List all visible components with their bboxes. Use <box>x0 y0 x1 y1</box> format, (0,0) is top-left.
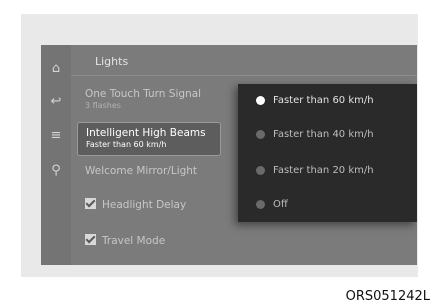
setting-intelligent-high-beams[interactable]: Intelligent High Beams Faster than 60 km… <box>77 122 221 156</box>
option-label: Off <box>273 199 288 210</box>
setting-label: Intelligent High Beams <box>86 127 206 139</box>
setting-label: Travel Mode <box>102 235 166 247</box>
high-beam-speed-popup: Faster than 60 km/h Faster than 40 km/h … <box>238 84 417 222</box>
travel-mode-checkbox[interactable] <box>85 234 96 245</box>
setting-one-touch-turn-signal[interactable]: One Touch Turn Signal 3 flashes <box>85 88 201 110</box>
setting-welcome-mirror-light[interactable]: Welcome Mirror/Light <box>85 165 197 177</box>
radio-unselected-icon <box>256 200 265 209</box>
page-title: Lights <box>95 55 129 68</box>
setting-label: Welcome Mirror/Light <box>85 165 198 177</box>
title-divider <box>71 75 417 76</box>
setting-label: One Touch Turn Signal <box>85 88 202 100</box>
option-label: Faster than 40 km/h <box>273 129 374 140</box>
side-navigation: ⌂ ↩ ≡ ⚲ <box>41 45 71 265</box>
figure-code: ORS051242L <box>345 289 430 304</box>
setting-travel-mode[interactable]: Travel Mode <box>85 234 165 247</box>
menu-icon[interactable]: ≡ <box>45 124 67 146</box>
back-icon[interactable]: ↩ <box>45 90 67 112</box>
option-faster-than-20[interactable]: Faster than 20 km/h <box>256 165 374 176</box>
radio-selected-icon <box>256 96 265 105</box>
setting-label: Headlight Delay <box>102 199 187 211</box>
setting-headlight-delay[interactable]: Headlight Delay <box>85 198 186 211</box>
option-off[interactable]: Off <box>256 199 288 210</box>
headlight-delay-checkbox[interactable] <box>85 198 96 209</box>
radio-unselected-icon <box>256 166 265 175</box>
home-icon[interactable]: ⌂ <box>45 57 67 79</box>
search-icon[interactable]: ⚲ <box>45 159 67 181</box>
option-faster-than-60[interactable]: Faster than 60 km/h <box>256 95 374 106</box>
radio-unselected-icon <box>256 130 265 139</box>
setting-value: 3 flashes <box>85 101 121 110</box>
setting-value: Faster than 60 km/h <box>86 140 167 149</box>
option-faster-than-40[interactable]: Faster than 40 km/h <box>256 129 374 140</box>
option-label: Faster than 60 km/h <box>273 95 374 106</box>
option-label: Faster than 20 km/h <box>273 165 374 176</box>
lights-settings-screen: ⌂ ↩ ≡ ⚲ Lights One Touch Turn Signal 3 f… <box>41 45 417 265</box>
